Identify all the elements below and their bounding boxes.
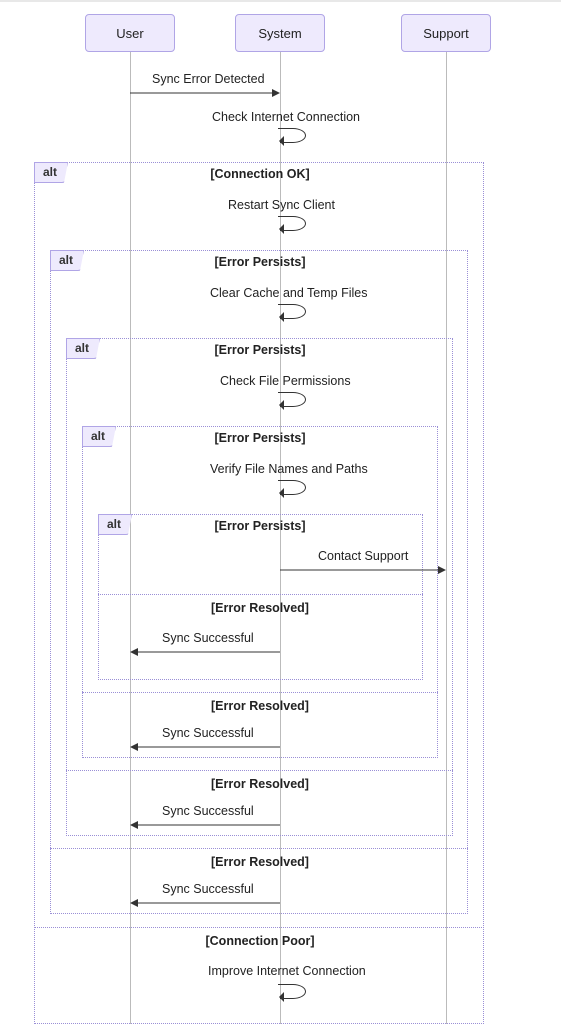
guard-resolved-2: [Error Resolved] bbox=[211, 855, 309, 869]
arrow-success-5 bbox=[130, 647, 280, 659]
guard-resolved-3: [Error Resolved] bbox=[211, 777, 309, 791]
msg-sync-error: Sync Error Detected bbox=[152, 72, 265, 86]
arrow-contact-support bbox=[280, 565, 446, 577]
alt-label-1: alt bbox=[34, 162, 68, 183]
participant-user: User bbox=[85, 14, 175, 52]
guard-conn-ok: [Connection OK] bbox=[210, 167, 309, 181]
msg-clear-cache: Clear Cache and Temp Files bbox=[210, 286, 367, 300]
loop-restart bbox=[280, 216, 306, 231]
alt-label-2: alt bbox=[50, 250, 84, 271]
guard-persists-3: [Error Persists] bbox=[214, 343, 305, 357]
alt-divider-1 bbox=[34, 927, 484, 928]
loop-check-internet bbox=[280, 128, 306, 143]
loop-clear-cache bbox=[280, 304, 306, 319]
msg-verify-paths: Verify File Names and Paths bbox=[210, 462, 368, 476]
arrow-sync-error bbox=[130, 88, 280, 100]
guard-conn-poor: [Connection Poor] bbox=[205, 934, 314, 948]
alt-label-4: alt bbox=[82, 426, 116, 447]
msg-success-2: Sync Successful bbox=[162, 882, 254, 896]
msg-success-5: Sync Successful bbox=[162, 631, 254, 645]
arrow-success-3 bbox=[130, 820, 280, 832]
guard-persists-5: [Error Persists] bbox=[214, 519, 305, 533]
msg-success-3: Sync Successful bbox=[162, 804, 254, 818]
alt-divider-5 bbox=[98, 594, 423, 595]
viewport-top-border bbox=[0, 0, 561, 2]
loop-permissions bbox=[280, 392, 306, 407]
msg-contact-support: Contact Support bbox=[318, 549, 408, 563]
arrow-success-2 bbox=[130, 898, 280, 910]
guard-persists-4: [Error Persists] bbox=[214, 431, 305, 445]
participant-system: System bbox=[235, 14, 325, 52]
msg-restart: Restart Sync Client bbox=[228, 198, 335, 212]
alt-label-3: alt bbox=[66, 338, 100, 359]
alt-divider-2 bbox=[50, 848, 468, 849]
msg-improve-internet: Improve Internet Connection bbox=[208, 964, 366, 978]
msg-success-4: Sync Successful bbox=[162, 726, 254, 740]
guard-persists-2: [Error Persists] bbox=[214, 255, 305, 269]
alt-divider-4 bbox=[82, 692, 438, 693]
loop-improve-internet bbox=[280, 984, 306, 999]
msg-permissions: Check File Permissions bbox=[220, 374, 351, 388]
participant-support: Support bbox=[401, 14, 491, 52]
alt-divider-3 bbox=[66, 770, 453, 771]
alt-label-5: alt bbox=[98, 514, 132, 535]
loop-verify-paths bbox=[280, 480, 306, 495]
guard-resolved-5: [Error Resolved] bbox=[211, 601, 309, 615]
guard-resolved-4: [Error Resolved] bbox=[211, 699, 309, 713]
arrow-success-4 bbox=[130, 742, 280, 754]
msg-check-internet: Check Internet Connection bbox=[212, 110, 360, 124]
